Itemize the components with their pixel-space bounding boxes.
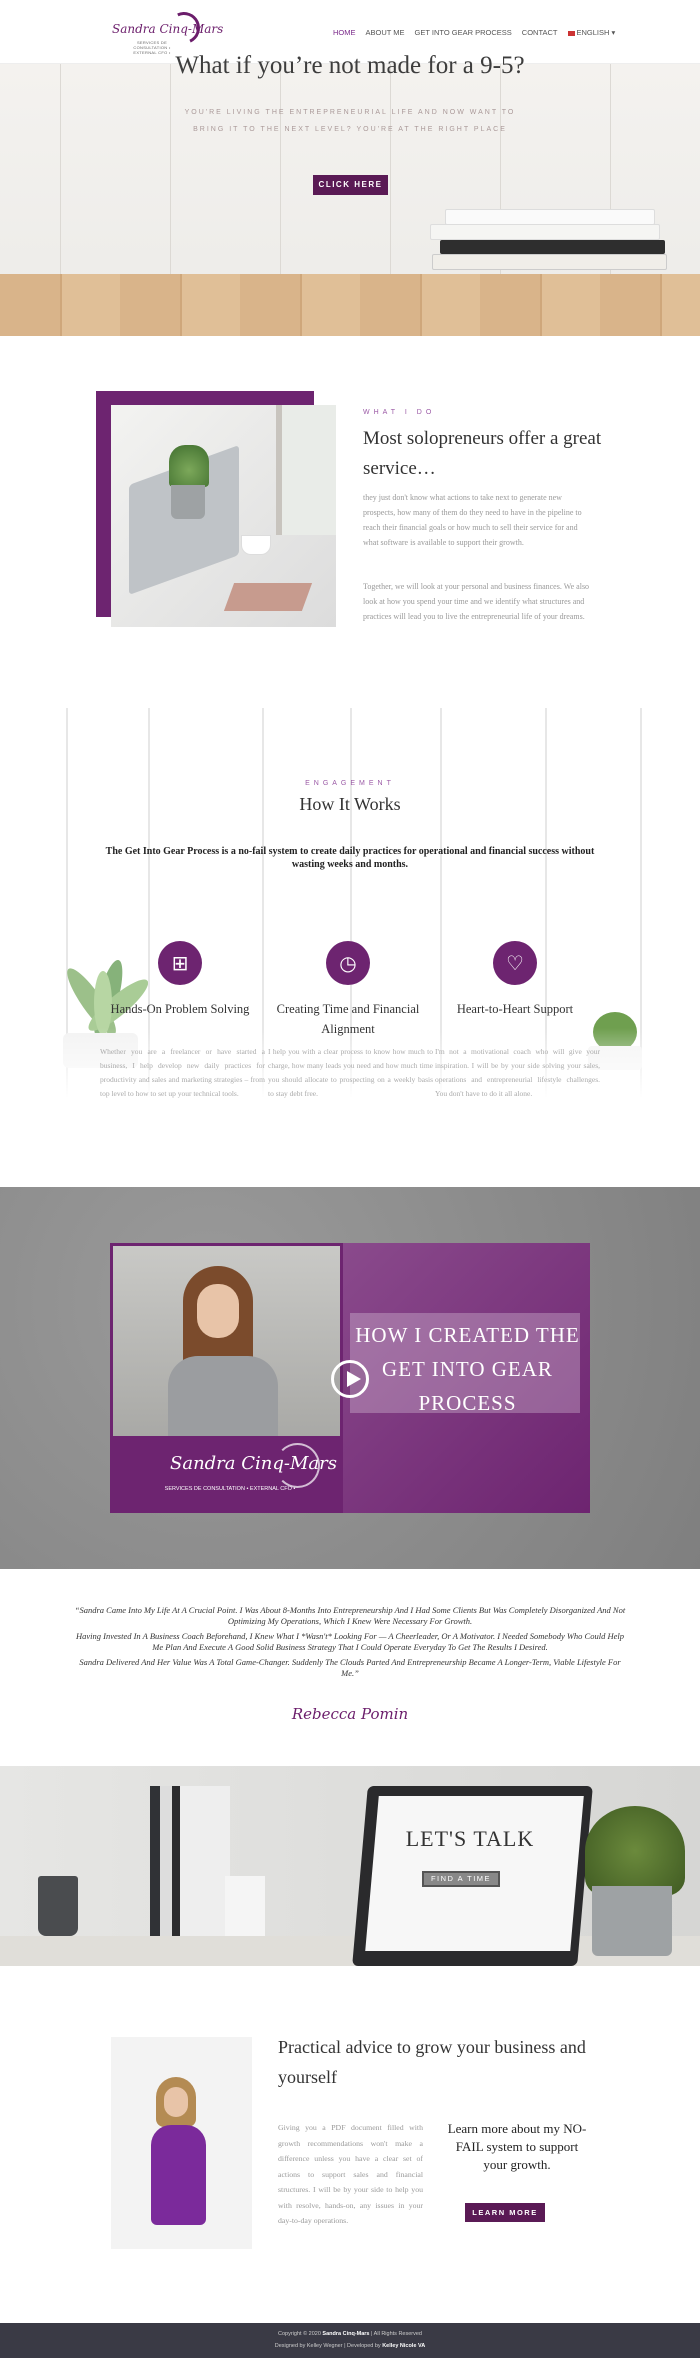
copyright-prefix: Copyright © 2020: [278, 2331, 321, 2337]
coffee-cup: [241, 535, 271, 555]
language-label: ENGLISH: [576, 28, 610, 37]
books: [150, 1786, 230, 1936]
testimonial-paragraph: Having Invested In A Business Coach Befo…: [76, 1631, 624, 1652]
book-stack: [440, 240, 665, 254]
testimonial-paragraph: “Sandra Came Into My Life At A Crucial P…: [74, 1605, 626, 1626]
plant: [169, 445, 209, 487]
sitemap-icon: ⊞: [158, 941, 202, 985]
main-nav: HOME ABOUT ME GET INTO GEAR PROCESS CONT…: [333, 28, 615, 37]
clock-icon: ◷: [326, 941, 370, 985]
hero-subtitle: YOU'RE LIVING THE ENTREPRENEURIAL LIFE A…: [184, 109, 516, 133]
nav-contact[interactable]: CONTACT: [522, 28, 558, 37]
section-intro: The Get Into Gear Process is a no-fail s…: [105, 846, 595, 870]
click-here-button[interactable]: CLICK HERE: [313, 175, 388, 195]
feature-title: Heart-to-Heart Support: [456, 1002, 574, 1016]
wall-plank: [60, 64, 61, 276]
testimonial: “Sandra Came Into My Life At A Crucial P…: [70, 1605, 630, 1683]
nav-home[interactable]: HOME: [333, 28, 356, 37]
nav-about-me[interactable]: ABOUT ME: [366, 28, 405, 37]
language-switcher[interactable]: ENGLISH ▾: [567, 28, 616, 37]
section-title: Most solopreneurs offer a great service…: [363, 428, 602, 479]
pencil-cup: [225, 1876, 265, 1936]
feature-title: Hands-On Problem Solving: [110, 1002, 250, 1016]
portrait-face: [164, 2087, 188, 2117]
paragraph: they just don't know what actions to tak…: [363, 493, 582, 547]
feature-title: Creating Time and Financial Alignment: [276, 1002, 420, 1036]
testimonial-paragraph: Sandra Delivered And Her Value Was A Tot…: [79, 1657, 621, 1678]
plant-pot: [171, 485, 205, 519]
portrait-dress: [151, 2125, 206, 2225]
how-it-works-section: ENGAGEMENT How It Works The Get Into Gea…: [0, 708, 700, 1128]
wall-plank: [170, 64, 171, 276]
lets-talk-title: LET'S TALK: [405, 1826, 535, 1851]
cta-text: Learn more about my NO-FAIL system to su…: [447, 2121, 587, 2172]
lets-talk-section: [0, 1766, 700, 1966]
desk-photo: [111, 405, 336, 627]
find-a-time-button[interactable]: FIND A TIME: [422, 1871, 500, 1887]
credits-prefix: Designed by Kelley Wegner | Developed by: [274, 2343, 381, 2349]
section-eyebrow: ENGAGEMENT: [305, 780, 395, 787]
flag-icon: [567, 30, 575, 36]
portrait-body: [168, 1356, 278, 1436]
book-stack: [445, 209, 655, 225]
chevron-down-icon: ▾: [611, 28, 616, 37]
video-logo-subtitle: SERVICES DE CONSULTATION • EXTERNAL CFO …: [164, 1486, 296, 1492]
section-title: How It Works: [299, 794, 401, 814]
portrait-photo: [113, 1246, 340, 1436]
window: [276, 405, 336, 535]
portrait-photo: [111, 2037, 252, 2249]
copyright: Copyright © 2020 Sandra Cinq-Mars | All …: [0, 2331, 700, 2337]
paragraph: Giving you a PDF document filled with gr…: [278, 2123, 423, 2225]
testimonial-signature: Rebecca Pomin: [291, 1705, 409, 1723]
plant-pot: [592, 1886, 672, 1956]
heart-icon: ♡: [493, 941, 537, 985]
learn-more-button[interactable]: LEARN MORE: [465, 2203, 545, 2222]
video-logo-script: Sandra Cinq-Mars: [170, 1453, 337, 1474]
feature-text: Whether you are a freelancer or have sta…: [100, 1047, 265, 1098]
feature-text: I help you with a clear process to know …: [268, 1047, 433, 1098]
credits: Designed by Kelley Wegner | Developed by…: [0, 2343, 700, 2349]
play-icon[interactable]: [331, 1360, 369, 1398]
site-footer: Copyright © 2020 Sandra Cinq-Mars | All …: [0, 2323, 700, 2358]
nav-get-into-gear[interactable]: GET INTO GEAR PROCESS: [415, 28, 512, 37]
copyright-suffix: | All Rights Reserved: [371, 2331, 422, 2337]
portrait-face: [197, 1284, 239, 1338]
paragraph: Together, we will look at your personal …: [363, 582, 590, 621]
wood-table: [0, 274, 700, 336]
logo[interactable]: Sandra Cinq-Mars SERVICES DE CONSULTATIO…: [110, 7, 223, 55]
copyright-name[interactable]: Sandra Cinq-Mars: [322, 2331, 369, 2337]
developer-link[interactable]: Kelley Nicole VA: [382, 2343, 425, 2349]
mug: [38, 1876, 78, 1936]
notebook: [223, 583, 313, 611]
wall-plank: [390, 64, 391, 276]
hero-title: What if you’re not made for a 9-5?: [175, 52, 525, 79]
book-stack: [432, 254, 667, 270]
section-title: Practical advice to grow your business a…: [278, 2037, 586, 2087]
section-eyebrow: WHAT I DO: [363, 409, 436, 416]
wall-plank: [280, 64, 281, 276]
book-stack: [430, 224, 660, 240]
feature-text: I'm not a motivational coach who will gi…: [435, 1047, 600, 1098]
video-headline: HOW I CREATED THE GET INTO GEAR PROCESS: [355, 1323, 580, 1415]
logo-script: Sandra Cinq-Mars: [112, 22, 224, 36]
